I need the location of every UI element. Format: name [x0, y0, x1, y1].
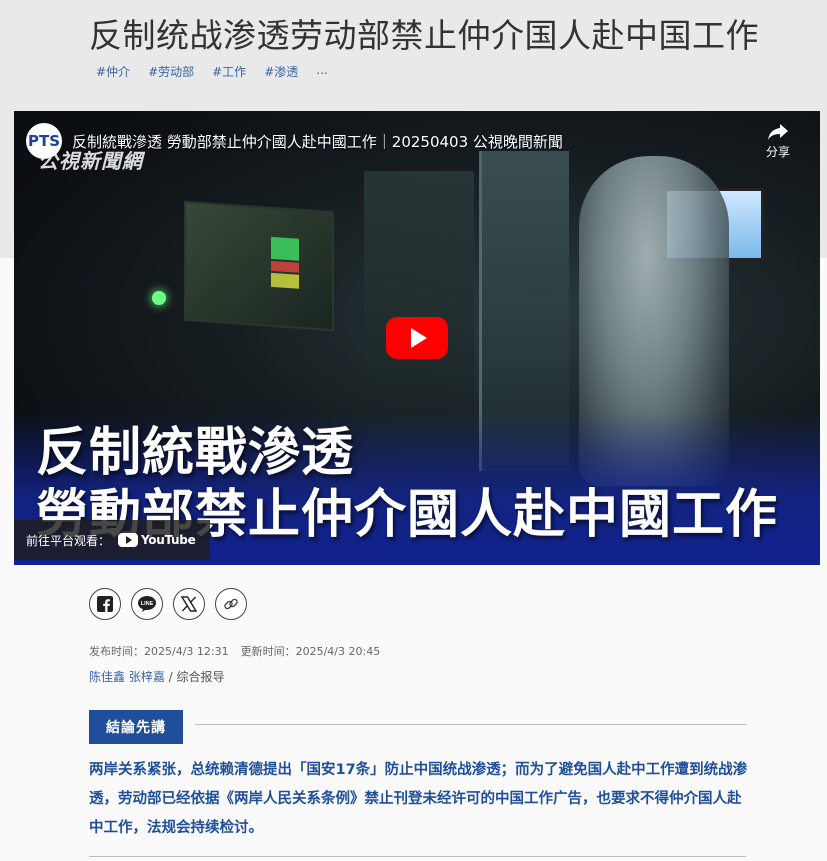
youtube-icon: [118, 533, 139, 547]
youtube-logo: YouTube: [118, 533, 196, 547]
link-icon: [224, 598, 238, 610]
youtube-wordmark: YouTube: [141, 533, 196, 547]
summary-text: 两岸关系紧张，总统赖清德提出「国安17条」防止中国统战渗透；而为了避免国人赴中工…: [89, 762, 748, 836]
line-icon: LINE: [138, 596, 156, 612]
tag-link[interactable]: #工作: [212, 63, 246, 80]
channel-logo-icon[interactable]: PTS: [26, 123, 62, 159]
share-buttons: LINE: [89, 588, 247, 620]
summary-heading: 結論先講: [89, 710, 183, 744]
video-title[interactable]: 反制統戰滲透 勞動部禁止仲介國人赴中國工作｜20250403 公視晚間新聞: [72, 131, 563, 152]
published-time: 发布时间：2025/4/3 12:31: [89, 645, 229, 658]
byline-suffix: / 综合报导: [164, 670, 225, 684]
facebook-icon: [97, 596, 113, 612]
video-share-label: 分享: [765, 145, 790, 159]
facebook-share-button[interactable]: [89, 588, 121, 620]
svg-text:LINE: LINE: [141, 601, 154, 607]
tags-more[interactable]: ...: [316, 63, 327, 80]
x-share-button[interactable]: [173, 588, 205, 620]
video-share-button[interactable]: 分享: [762, 123, 794, 160]
video-scene-monitor: [184, 200, 334, 332]
tag-link[interactable]: #劳动部: [148, 63, 194, 80]
author-link[interactable]: 陈佳鑫 张梓嘉: [89, 670, 165, 684]
tag-list: #仲介 #劳动部 #工作 #渗透 ...: [96, 63, 328, 80]
tag-link[interactable]: #仲介: [96, 63, 130, 80]
summary-bottom-divider: [89, 856, 746, 857]
watch-on-youtube-button[interactable]: 前往平台观看： YouTube: [14, 520, 210, 560]
video-scene-light: [152, 291, 166, 305]
video-player[interactable]: 公視新聞網 PTS 反制統戰滲透 勞動部禁止仲介國人赴中國工作｜20250403…: [14, 111, 820, 565]
share-arrow-icon: [768, 124, 788, 140]
copy-link-button[interactable]: [215, 588, 247, 620]
watch-on-label: 前往平台观看：: [26, 533, 111, 548]
page-title: 反制统战渗透劳动部禁止仲介国人赴中国工作: [89, 16, 759, 55]
youtube-play-button[interactable]: [386, 317, 448, 359]
byline: 陈佳鑫 张梓嘉 / 综合报导: [89, 668, 225, 685]
x-icon: [181, 596, 197, 612]
tag-link[interactable]: #渗透: [264, 63, 298, 80]
video-title-bar: PTS 反制統戰滲透 勞動部禁止仲介國人赴中國工作｜20250403 公視晚間新…: [26, 123, 563, 159]
video-overlay-line-1: 反制統戰滲透: [36, 423, 355, 483]
summary-divider: [195, 724, 746, 725]
line-share-button[interactable]: LINE: [131, 588, 163, 620]
publish-meta: 发布时间：2025/4/3 12:31 更新时间：2025/4/3 20:45: [89, 643, 380, 659]
play-icon: [411, 328, 427, 348]
updated-time: 更新时间：2025/4/3 20:45: [240, 645, 381, 658]
